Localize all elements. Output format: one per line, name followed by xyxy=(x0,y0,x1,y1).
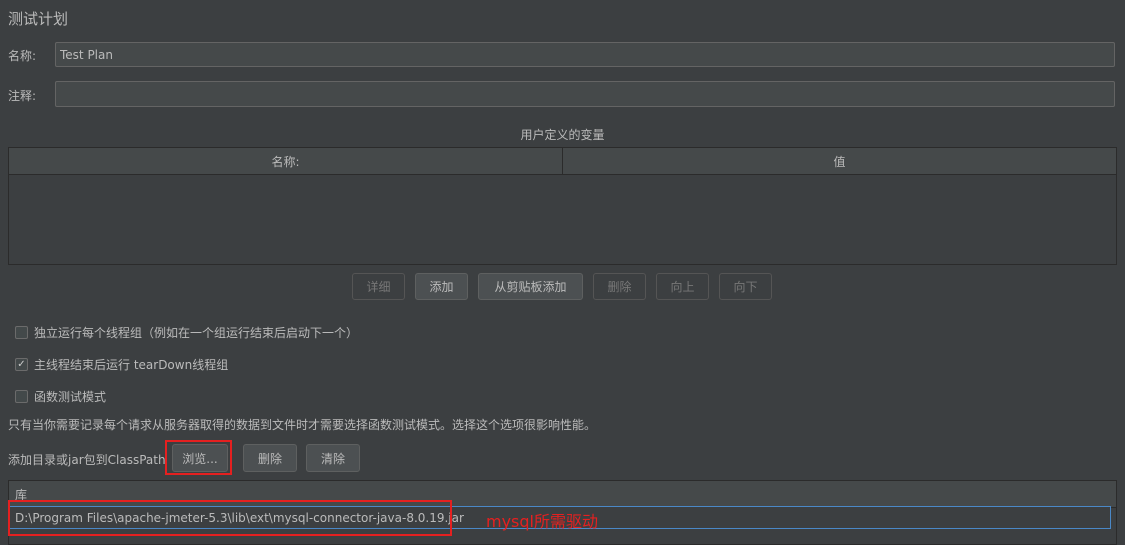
run-teardown-checkbox[interactable]: ✓ xyxy=(15,358,28,371)
move-down-button[interactable]: 向下 xyxy=(719,273,772,300)
run-consecutively-checkbox[interactable] xyxy=(15,326,28,339)
functional-mode-hint: 只有当你需要记录每个请求从服务器取得的数据到文件时才需要选择函数测试模式。选择这… xyxy=(8,418,597,432)
classpath-label: 添加目录或jar包到ClassPath xyxy=(8,453,166,467)
column-header-name[interactable]: 名称: xyxy=(9,148,562,174)
run-teardown-option[interactable]: ✓ 主线程结束后运行 tearDown线程组 xyxy=(15,356,228,373)
clear-classpath-button[interactable]: 清除 xyxy=(306,444,360,472)
run-teardown-label: 主线程结束后运行 tearDown线程组 xyxy=(34,358,229,372)
annotation-text: mysql所需驱动 xyxy=(486,512,598,531)
add-from-clipboard-button[interactable]: 从剪贴板添加 xyxy=(478,273,583,300)
functional-mode-label: 函数测试模式 xyxy=(34,390,107,404)
move-up-button[interactable]: 向上 xyxy=(656,273,709,300)
delete-variable-button[interactable]: 删除 xyxy=(593,273,646,300)
variables-table-body[interactable] xyxy=(9,175,1116,265)
comment-label: 注释: xyxy=(8,89,37,103)
delete-classpath-button[interactable]: 删除 xyxy=(243,444,297,472)
library-header[interactable]: 库 xyxy=(9,481,1116,508)
functional-mode-option[interactable]: 函数测试模式 xyxy=(15,388,106,405)
variables-table-header: 名称: 值 xyxy=(9,148,1116,175)
add-button[interactable]: 添加 xyxy=(415,273,468,300)
name-label: 名称: xyxy=(8,49,37,63)
functional-mode-checkbox[interactable] xyxy=(15,390,28,403)
checkmark-icon: ✓ xyxy=(17,358,26,370)
variables-section-title: 用户定义的变量 xyxy=(520,128,605,142)
run-consecutively-label: 独立运行每个线程组（例如在一个组运行结束后启动下一个） xyxy=(34,326,359,340)
browse-button[interactable]: 浏览... xyxy=(172,444,228,472)
column-header-value[interactable]: 值 xyxy=(562,148,1116,174)
detail-button[interactable]: 详细 xyxy=(352,273,405,300)
page-title: 测试计划 xyxy=(8,10,69,28)
name-input[interactable] xyxy=(55,42,1115,67)
variables-table[interactable]: 名称: 值 xyxy=(8,147,1117,265)
comment-input[interactable] xyxy=(55,81,1115,107)
run-consecutively-option[interactable]: 独立运行每个线程组（例如在一个组运行结束后启动下一个） xyxy=(15,324,358,341)
